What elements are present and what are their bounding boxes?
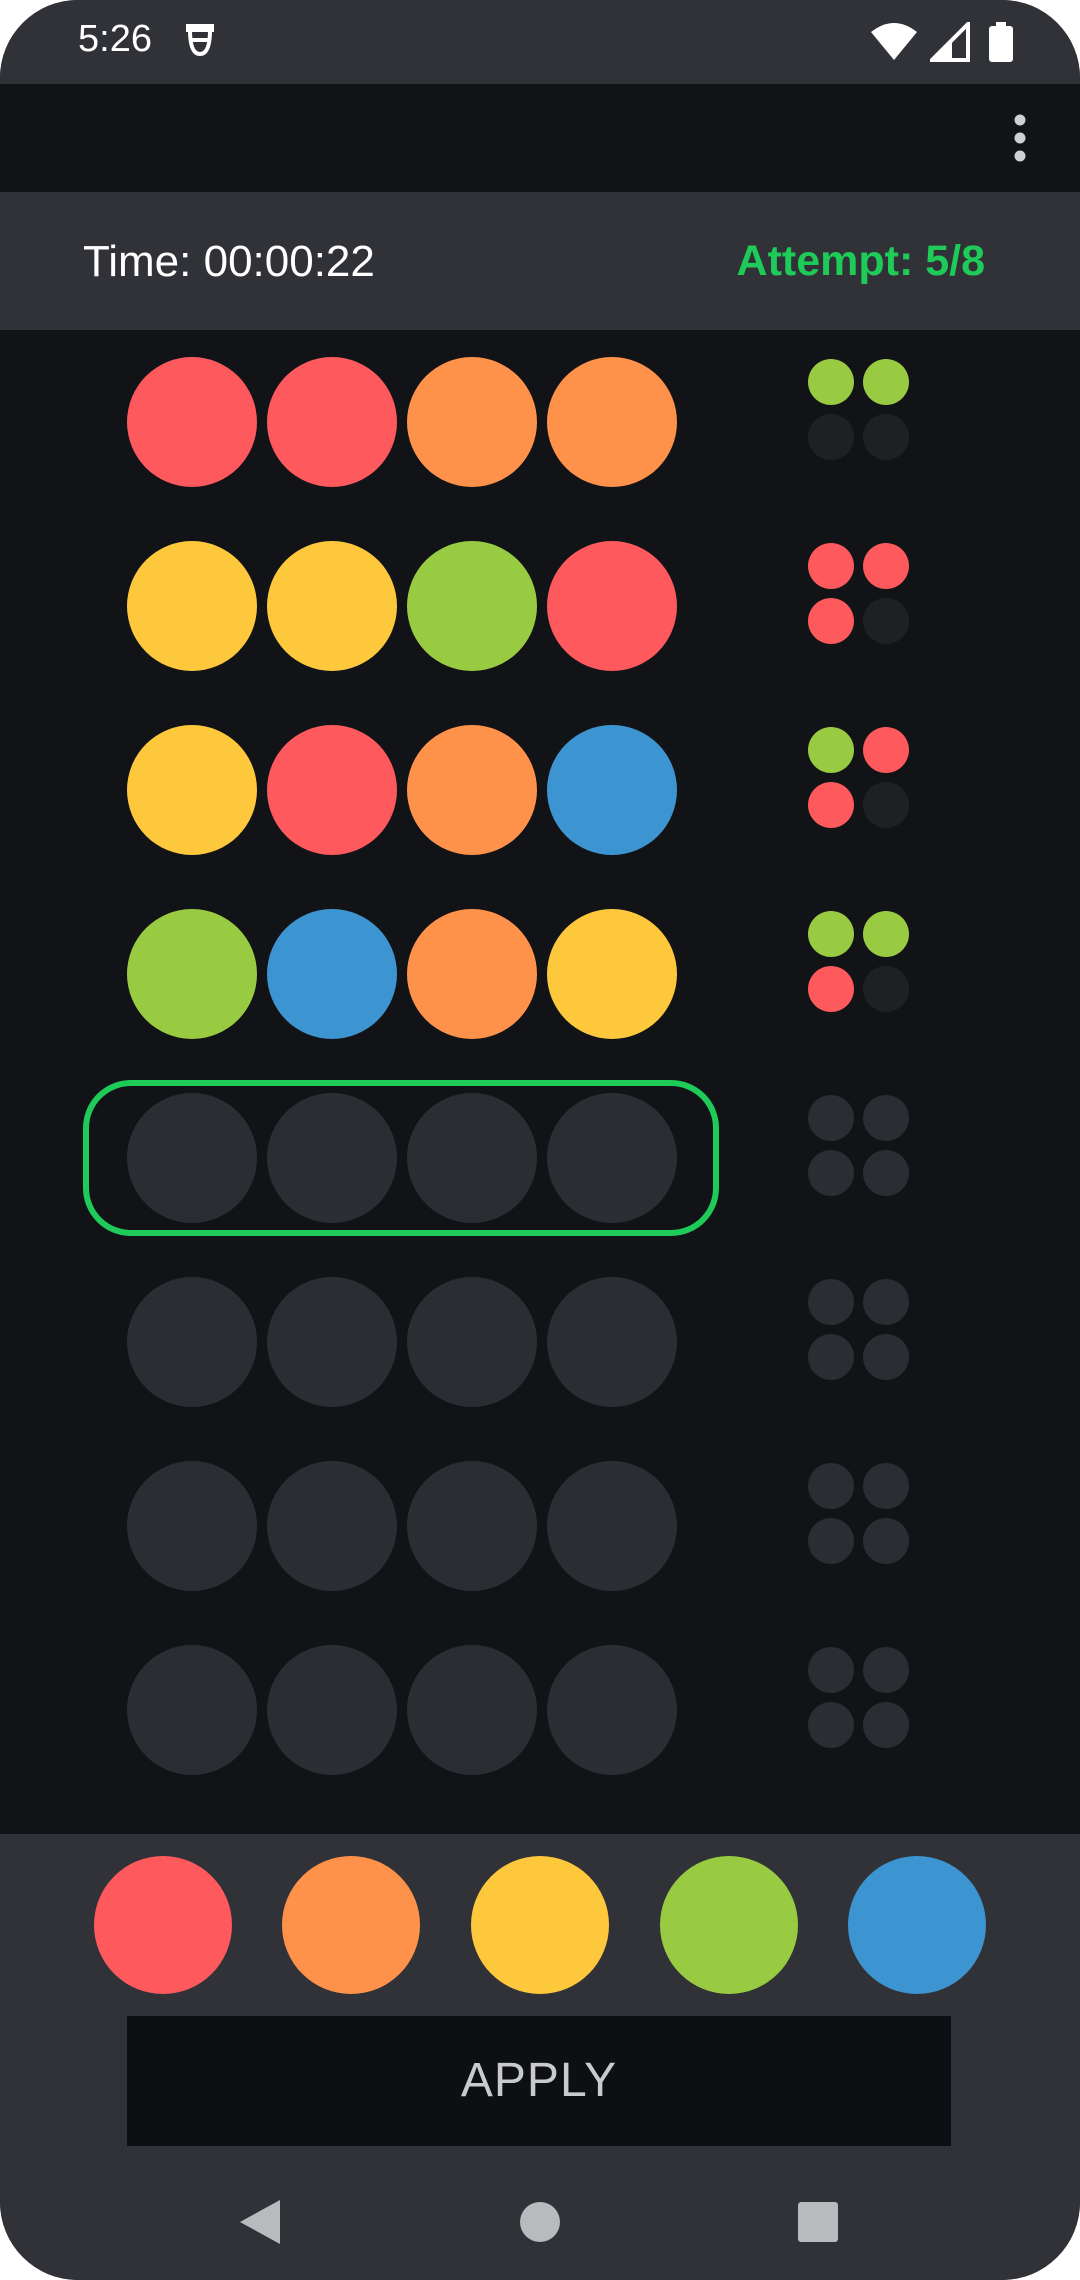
guess-row [0,882,1080,1066]
navigation-bar [0,2156,1080,2280]
yellow-peg [267,541,397,671]
feedback-pin-pending [808,1334,854,1380]
feedback-pin-pending [863,1702,909,1748]
red-color-swatch[interactable] [94,1856,232,1994]
feedback-pin-pending [808,1463,854,1509]
empty-peg-slot[interactable] [407,1093,537,1223]
yellow-color-swatch[interactable] [471,1856,609,1994]
phone-screen: 5:26 Time: 00:00:22 Attempt: 5/8 APPLY [0,0,1080,2280]
empty-peg-slot[interactable] [127,1093,257,1223]
blue-peg [547,725,677,855]
red-peg [547,541,677,671]
orange-peg [547,357,677,487]
empty-peg-slot [407,1461,537,1591]
feedback-pin-pending [863,1279,909,1325]
feedback-pin-pending [863,1095,909,1141]
yellow-peg [127,541,257,671]
battery-icon [989,22,1013,62]
feedback-pin-red [808,598,854,644]
guess-row [0,698,1080,882]
blue-color-swatch[interactable] [848,1856,986,1994]
feedback-pin-pending [808,1702,854,1748]
orange-peg [407,909,537,1039]
empty-peg-slot[interactable] [267,1093,397,1223]
empty-peg-slot [407,1645,537,1775]
status-time: 5:26 [78,18,152,60]
empty-peg-slot [127,1645,257,1775]
red-peg [127,357,257,487]
recents-square-icon[interactable] [788,2192,848,2252]
green-peg [407,541,537,671]
red-peg [267,725,397,855]
elapsed-time: Time: 00:00:22 [83,237,375,286]
status-icons [871,22,1014,62]
home-circle-icon[interactable] [510,2192,570,2252]
feedback-pin-pending [808,1518,854,1564]
feedback-pin-none [808,414,854,460]
guess-row [0,1434,1080,1618]
orange-peg [407,725,537,855]
game-board [0,330,1080,1834]
guess-row [0,514,1080,698]
empty-peg-slot [547,1461,677,1591]
feedback-pin-pending [808,1647,854,1693]
feedback-pin-pending [808,1150,854,1196]
feedback-pin-red [863,727,909,773]
empty-peg-slot [547,1645,677,1775]
feedback-pin-red [808,966,854,1012]
orange-peg [407,357,537,487]
feedback-pin-pending [863,1334,909,1380]
feedback-pin-green [808,727,854,773]
feedback-pin-green [808,911,854,957]
feedback-pin-pending [863,1518,909,1564]
app-bar [0,84,1080,192]
overflow-menu-icon[interactable] [1000,108,1040,168]
green-peg [127,909,257,1039]
game-info-bar: Time: 00:00:22 Attempt: 5/8 [0,192,1080,330]
guess-row [0,330,1080,514]
feedback-pin-pending [808,1279,854,1325]
status-bar: 5:26 [0,0,1080,84]
feedback-pin-green [808,359,854,405]
apply-button[interactable]: APPLY [127,2016,951,2146]
green-color-swatch[interactable] [660,1856,798,1994]
notification-app-icon [182,20,218,65]
orange-color-swatch[interactable] [282,1856,420,1994]
feedback-pin-none [863,414,909,460]
empty-peg-slot [267,1277,397,1407]
red-peg [267,357,397,487]
guess-row [0,1250,1080,1434]
empty-peg-slot [267,1461,397,1591]
empty-peg-slot [407,1277,537,1407]
feedback-pin-none [863,598,909,644]
guess-row[interactable] [0,1066,1080,1250]
feedback-pin-green [863,911,909,957]
blue-peg [267,909,397,1039]
feedback-pin-green [863,359,909,405]
empty-peg-slot [267,1645,397,1775]
empty-peg-slot [547,1277,677,1407]
empty-peg-slot[interactable] [547,1093,677,1223]
feedback-pin-none [863,782,909,828]
feedback-pin-none [863,966,909,1012]
guess-row [0,1618,1080,1802]
back-triangle-icon[interactable] [230,2192,290,2252]
feedback-pin-pending [863,1463,909,1509]
yellow-peg [547,909,677,1039]
feedback-pin-pending [863,1647,909,1693]
feedback-pin-red [863,543,909,589]
empty-peg-slot [127,1277,257,1407]
attempt-counter: Attempt: 5/8 [736,237,985,285]
signal-icon [929,22,970,62]
empty-peg-slot [127,1461,257,1591]
feedback-pin-pending [863,1150,909,1196]
feedback-pin-pending [808,1095,854,1141]
yellow-peg [127,725,257,855]
feedback-pin-red [808,782,854,828]
wifi-icon [871,23,918,60]
feedback-pin-red [808,543,854,589]
